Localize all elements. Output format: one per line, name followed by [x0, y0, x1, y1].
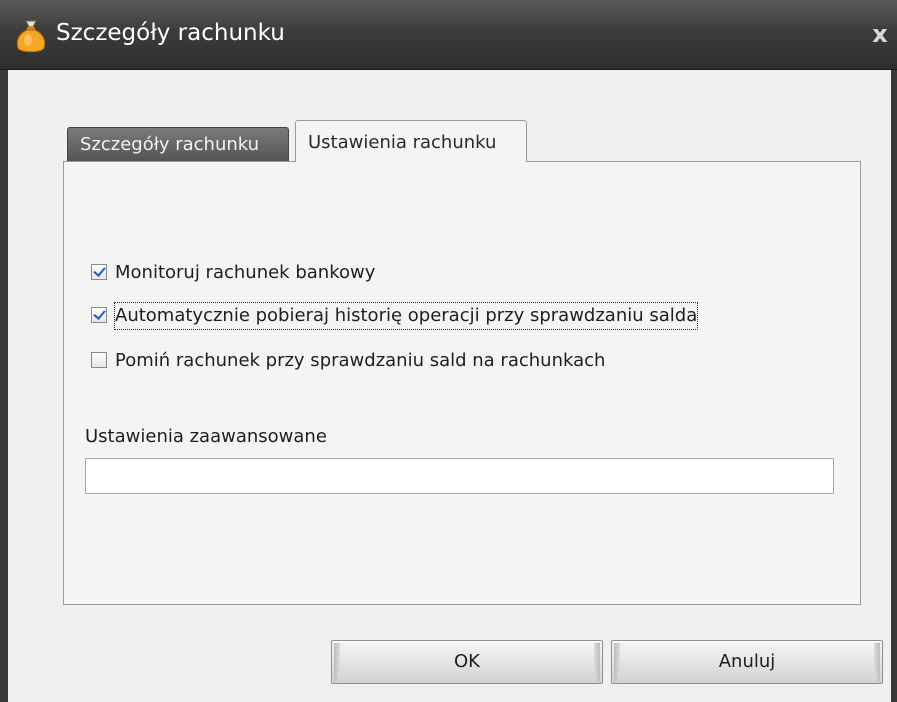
- advanced-settings-label: Ustawienia zaawansowane: [85, 426, 327, 447]
- window-title: Szczegóły rachunku: [56, 20, 285, 46]
- monitor-account-checkbox[interactable]: [91, 264, 107, 280]
- cancel-button[interactable]: Anuluj: [611, 640, 883, 684]
- tab-account-settings[interactable]: Ustawienia rachunku: [295, 120, 527, 162]
- skip-account-checkbox[interactable]: [91, 352, 107, 368]
- title-bar[interactable]: Szczegóły rachunku x: [0, 0, 897, 70]
- auto-history-checkbox[interactable]: [91, 307, 107, 323]
- monitor-account-label: Monitoruj rachunek bankowy: [115, 262, 376, 283]
- dialog-content: Szczegóły rachunku Ustawienia rachunku M…: [0, 70, 897, 702]
- settings-panel: Monitoruj rachunek bankowy Automatycznie…: [63, 161, 861, 605]
- auto-history-label: Automatycznie pobieraj historię operacji…: [113, 302, 699, 330]
- close-icon[interactable]: x: [867, 20, 893, 48]
- money-bag-icon: [14, 18, 48, 54]
- ok-button[interactable]: OK: [331, 640, 603, 684]
- tab-account-details[interactable]: Szczegóły rachunku: [67, 127, 289, 161]
- advanced-settings-input[interactable]: [85, 458, 834, 494]
- dialog-window: Szczegóły rachunku x Szczegóły rachunku …: [0, 0, 897, 702]
- skip-account-label: Pomiń rachunek przy sprawdzaniu sald na …: [115, 350, 606, 371]
